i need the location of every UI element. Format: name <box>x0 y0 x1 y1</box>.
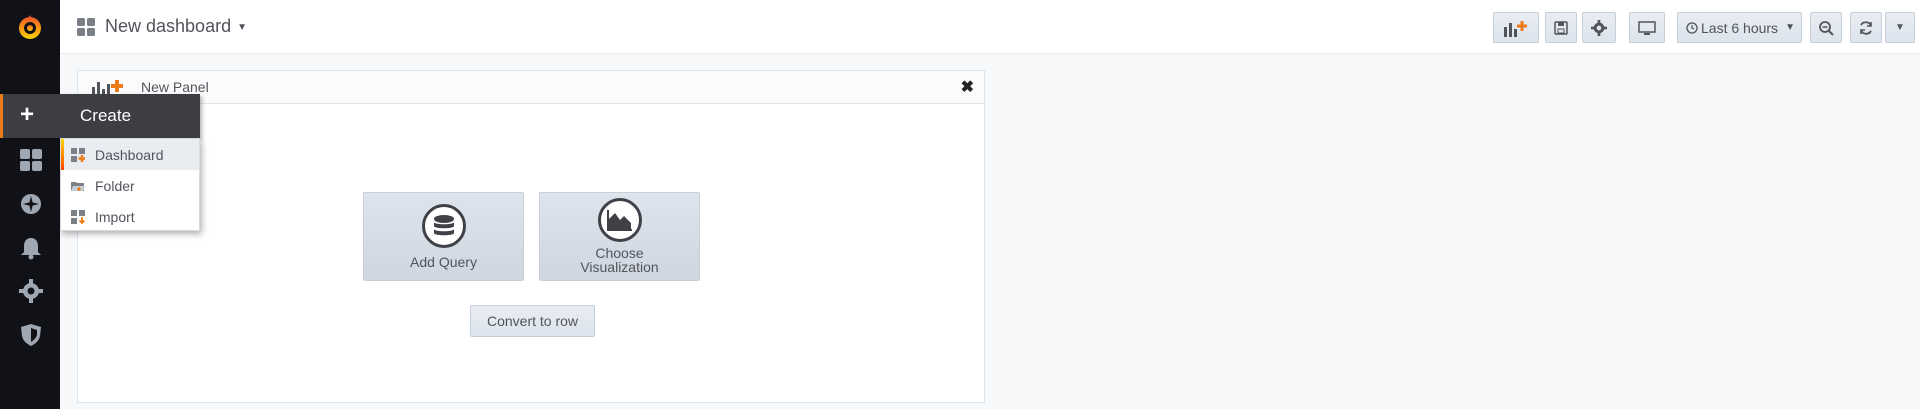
add-panel-icon <box>1504 20 1527 37</box>
dashboards-icon[interactable] <box>18 147 44 173</box>
create-menu: Dashboard Folder Import <box>60 138 200 231</box>
dashboard-icon <box>71 147 85 162</box>
caret-down-icon: ▼ <box>1895 22 1905 33</box>
dashboard-title[interactable]: New dashboard ▼ <box>105 16 247 37</box>
close-icon[interactable]: ✖ <box>961 77 974 97</box>
caret-down-icon: ▼ <box>237 21 247 33</box>
add-query-label: Add Query <box>410 254 477 270</box>
create-menu-title: Create <box>80 106 132 125</box>
panel-title: New Panel <box>141 79 209 95</box>
area-chart-icon <box>597 198 642 242</box>
sidebar-item-create[interactable]: + <box>0 94 60 138</box>
zoom-out-icon <box>1819 20 1834 36</box>
zoom-out-button[interactable] <box>1810 12 1842 43</box>
menu-item-label: Dashboard <box>95 146 164 163</box>
choose-vis-label-1: Choose <box>595 245 644 261</box>
menu-item-import[interactable]: Import <box>61 201 199 232</box>
settings-button[interactable] <box>1582 12 1616 43</box>
import-icon <box>71 209 86 224</box>
dashboard-title-text: New dashboard <box>105 16 232 36</box>
save-icon <box>1554 20 1568 35</box>
caret-down-icon: ▼ <box>1785 22 1795 33</box>
shield-icon[interactable] <box>18 322 44 348</box>
menu-item-label: Import <box>95 208 135 225</box>
create-menu-header[interactable]: Create <box>60 94 200 138</box>
panel-header: New Panel ✖ <box>78 71 984 104</box>
plus-icon: + <box>20 101 35 128</box>
monitor-icon <box>1638 20 1656 35</box>
sidebar: + <box>0 0 60 409</box>
convert-to-row-button[interactable]: Convert to row <box>470 305 595 337</box>
top-navbar: New dashboard ▼ Last 6 hours ▼ ▼ <box>60 0 1920 54</box>
alerting-icon[interactable] <box>18 235 44 261</box>
time-range-label: Last 6 hours <box>1701 19 1779 36</box>
database-icon <box>421 204 466 248</box>
save-button[interactable] <box>1545 12 1577 43</box>
refresh-button[interactable] <box>1850 12 1882 43</box>
menu-item-dashboard[interactable]: Dashboard <box>61 139 199 170</box>
choose-visualization-button[interactable]: Choose Visualization <box>539 192 700 281</box>
add-panel-button[interactable] <box>1493 12 1539 43</box>
grafana-logo[interactable] <box>14 11 46 43</box>
add-query-button[interactable]: Add Query <box>363 192 524 281</box>
dashboard-grid-icon <box>77 18 95 36</box>
configuration-icon[interactable] <box>18 278 44 304</box>
folder-icon <box>71 179 85 193</box>
explore-icon[interactable] <box>18 191 44 217</box>
clock-icon <box>1686 21 1698 34</box>
tv-mode-button[interactable] <box>1629 12 1665 43</box>
refresh-interval-dropdown[interactable]: ▼ <box>1885 12 1915 43</box>
menu-item-folder[interactable]: Folder <box>61 170 199 201</box>
choose-vis-label-2: Visualization <box>580 259 659 275</box>
new-panel: New Panel ✖ Add Query Choose Visualizati… <box>77 70 985 403</box>
time-picker-button[interactable]: Last 6 hours ▼ <box>1677 12 1802 43</box>
gear-icon <box>1591 19 1607 36</box>
menu-item-label: Folder <box>95 177 135 194</box>
refresh-icon <box>1860 20 1872 35</box>
